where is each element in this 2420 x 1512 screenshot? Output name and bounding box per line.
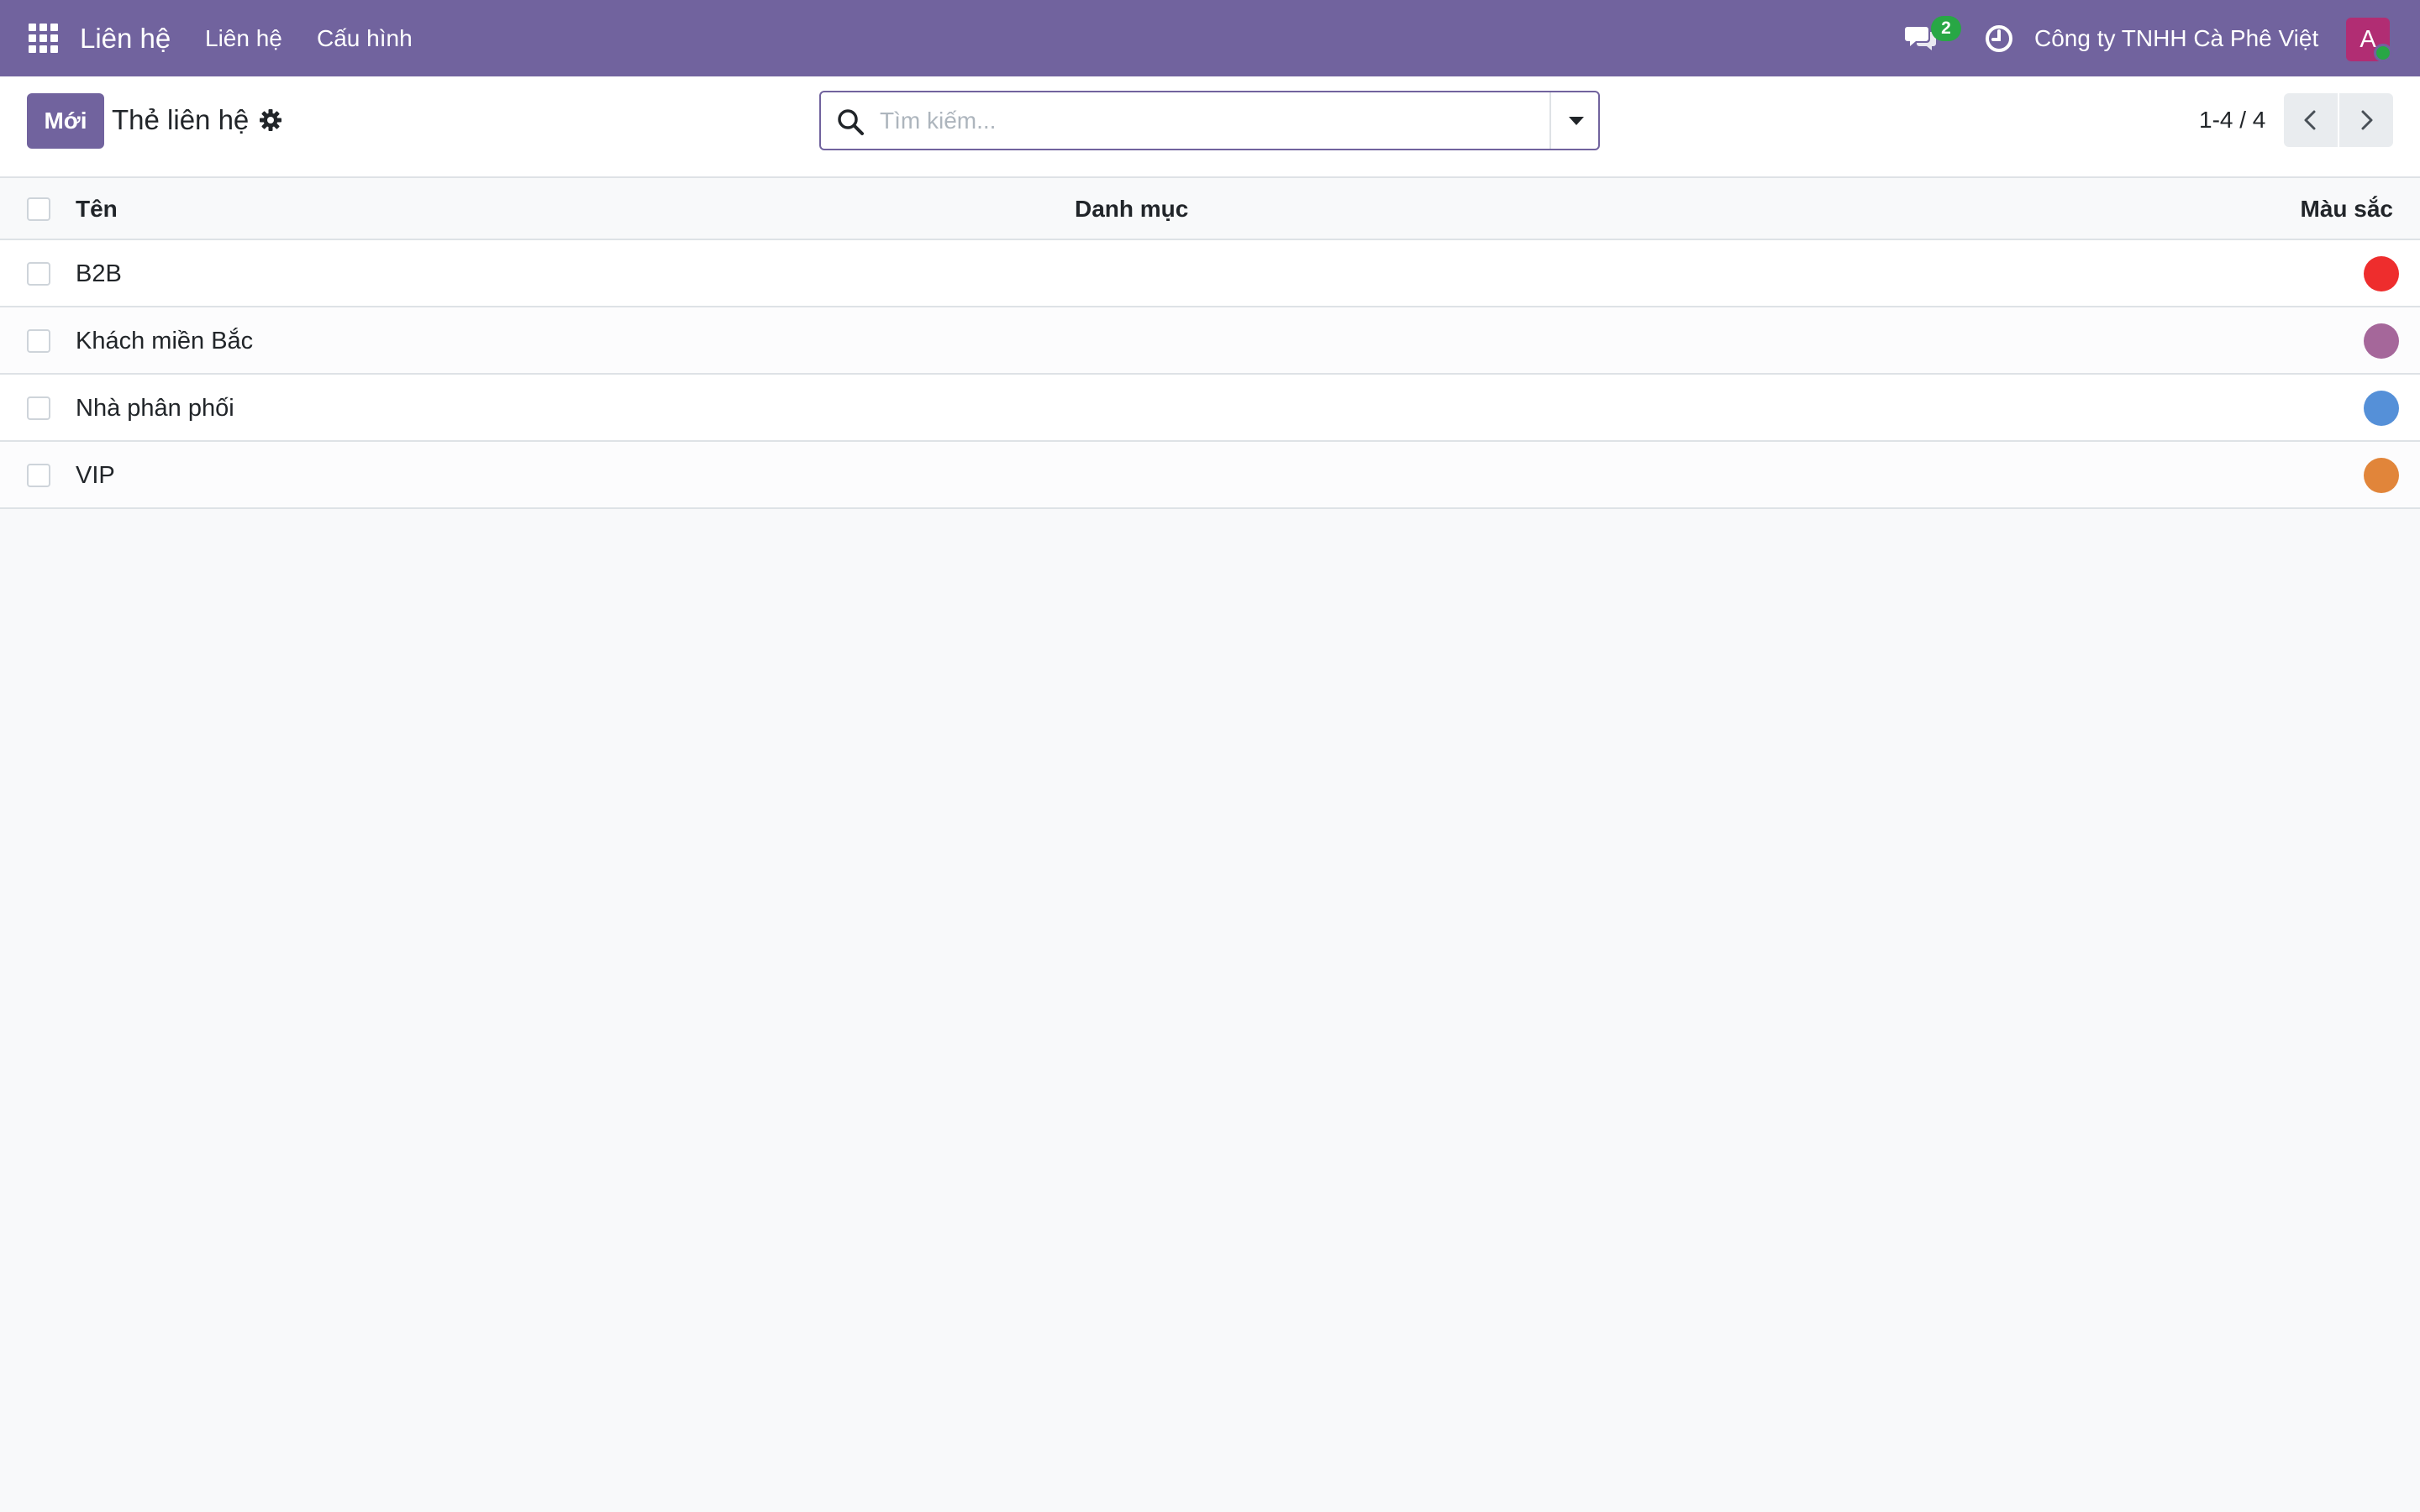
column-header-color[interactable]: Màu sắc: [2301, 193, 2394, 225]
table-row[interactable]: VIP: [0, 442, 2420, 509]
search-icon: [838, 109, 864, 135]
tags-list: Tên Danh mục Màu sắc B2B Khách miền Bắc …: [0, 178, 2420, 509]
page-title: Thẻ liên hệ: [112, 104, 250, 135]
gear-icon[interactable]: [259, 108, 282, 132]
caret-down-icon[interactable]: [1549, 92, 1598, 149]
pager-previous-button[interactable]: [2284, 93, 2338, 147]
pager-value[interactable]: 1-4 / 4: [2199, 102, 2265, 139]
top-navbar: Liên hệ Liên hệ Cấu hình 2 Công ty TNHH …: [0, 0, 2420, 76]
list-header: Tên Danh mục Màu sắc: [0, 178, 2420, 240]
app-brand[interactable]: Liên hệ: [80, 20, 171, 57]
presence-indicator: [2374, 44, 2392, 62]
row-checkbox[interactable]: [27, 464, 50, 487]
menu-lien-he[interactable]: Liên hệ: [205, 22, 282, 55]
control-panel: Mới Thẻ liên hệ 1-4 / 4: [0, 76, 2420, 178]
tag-name[interactable]: B2B: [76, 257, 122, 291]
chevron-left-icon: [2304, 110, 2316, 130]
tag-name[interactable]: Nhà phân phối: [76, 391, 234, 425]
new-button[interactable]: Mới: [27, 93, 104, 149]
table-row[interactable]: B2B: [0, 240, 2420, 307]
color-swatch[interactable]: [2364, 323, 2399, 359]
chat-count-badge: 2: [1931, 16, 1961, 41]
search-bar: [819, 91, 1600, 150]
clock-icon[interactable]: [1984, 24, 2014, 54]
tag-name[interactable]: VIP: [76, 459, 115, 492]
row-checkbox[interactable]: [27, 262, 50, 286]
row-checkbox[interactable]: [27, 329, 50, 353]
column-header-name[interactable]: Tên: [76, 193, 118, 225]
pager-next-button[interactable]: [2339, 93, 2393, 147]
color-swatch[interactable]: [2364, 458, 2399, 493]
chevron-right-icon: [2361, 110, 2373, 130]
color-swatch[interactable]: [2364, 256, 2399, 291]
select-all-checkbox[interactable]: [27, 197, 50, 221]
menu-cau-hinh[interactable]: Cấu hình: [317, 22, 413, 55]
column-header-category[interactable]: Danh mục: [1075, 193, 1188, 225]
row-checkbox[interactable]: [27, 396, 50, 420]
table-row[interactable]: Khách miền Bắc: [0, 307, 2420, 375]
company-switcher[interactable]: Công ty TNHH Cà Phê Việt: [2034, 22, 2318, 55]
search-input[interactable]: [880, 102, 1518, 139]
apps-grid-icon[interactable]: [29, 24, 59, 54]
color-swatch[interactable]: [2364, 391, 2399, 426]
tag-name[interactable]: Khách miền Bắc: [76, 324, 253, 358]
table-row[interactable]: Nhà phân phối: [0, 375, 2420, 442]
